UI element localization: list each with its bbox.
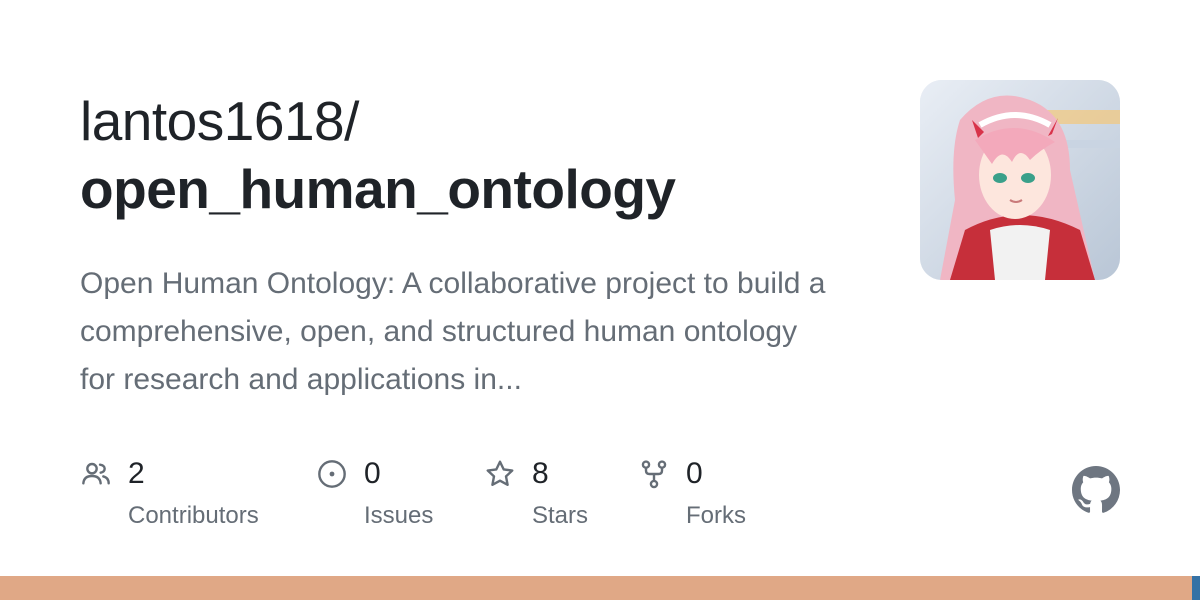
- star-icon: [486, 460, 514, 486]
- language-bar-segment: [0, 576, 1192, 600]
- language-bar-segment: [1191, 576, 1200, 600]
- repo-name[interactable]: open_human_ontology: [80, 154, 880, 224]
- repo-owner[interactable]: lantos1618/: [80, 88, 880, 154]
- repo-forked-icon: [641, 460, 667, 489]
- github-mark-icon[interactable]: [1072, 466, 1120, 514]
- issues-count: 0: [364, 457, 381, 490]
- avatar-image: [920, 80, 1120, 280]
- social-preview-card: lantos1618/ open_human_ontology Open Hum…: [0, 0, 1200, 600]
- people-icon: [82, 462, 110, 485]
- forks-count: 0: [686, 457, 703, 490]
- issue-opened-icon: [318, 460, 346, 488]
- issues-label: Issues: [364, 502, 434, 529]
- repo-title[interactable]: lantos1618/ open_human_ontology: [80, 88, 880, 224]
- repo-description: Open Human Ontology: A collaborative pro…: [80, 267, 826, 396]
- stars-count: 8: [532, 457, 549, 490]
- language-bar: [0, 576, 1200, 600]
- forks-label: Forks: [686, 502, 746, 529]
- contributors-count: 2: [128, 457, 145, 490]
- owner-avatar[interactable]: [920, 80, 1120, 280]
- stars-label: Stars: [532, 502, 589, 529]
- contributors-label: Contributors: [128, 502, 259, 529]
